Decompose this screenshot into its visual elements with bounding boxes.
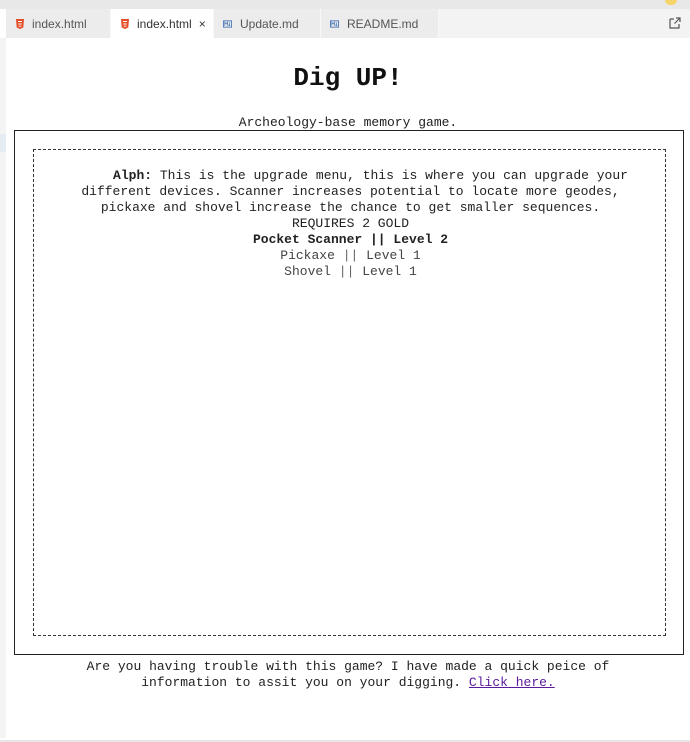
upgrade-level: Level 1 bbox=[362, 264, 417, 279]
upgrade-dialog: Alph: This is the upgrade menu, this is … bbox=[59, 168, 642, 280]
upgrade-name: Shovel bbox=[284, 264, 331, 279]
help-link[interactable]: Click here. bbox=[469, 675, 555, 690]
upgrade-level: Level 2 bbox=[393, 232, 449, 247]
page-preview: Dig UP! Archeology-base memory game. Alp… bbox=[6, 38, 690, 738]
tab-label: README.md bbox=[347, 16, 419, 31]
help-footer: Are you having trouble with this game? I… bbox=[46, 659, 650, 691]
upgrade-separator: || bbox=[370, 232, 386, 247]
tab-update-md[interactable]: Update.md bbox=[214, 9, 321, 38]
tab-label: index.html bbox=[32, 16, 87, 31]
upgrade-name: Pickaxe bbox=[280, 248, 335, 263]
upgrade-panel: Alph: This is the upgrade menu, this is … bbox=[33, 149, 666, 636]
tab-label: Update.md bbox=[240, 16, 299, 31]
dialog-message: This is the upgrade menu, this is where … bbox=[81, 168, 628, 215]
tab-index-html-2[interactable]: index.html × bbox=[111, 9, 214, 38]
upgrade-option-pickaxe[interactable]: Pickaxe || Level 1 bbox=[59, 248, 642, 264]
close-icon[interactable]: × bbox=[199, 17, 206, 31]
page-title: Dig UP! bbox=[293, 63, 403, 93]
window-top-strip bbox=[0, 0, 690, 9]
markdown-icon bbox=[223, 19, 232, 29]
upgrade-separator: || bbox=[338, 264, 355, 279]
dialog-message-line: Alph: This is the upgrade menu, this is … bbox=[59, 168, 642, 216]
upgrade-option-pocket-scanner[interactable]: Pocket Scanner || Level 2 bbox=[59, 232, 642, 248]
page-subtitle: Archeology-base memory game. bbox=[238, 115, 458, 130]
markdown-icon bbox=[330, 19, 339, 29]
game-area: Alph: This is the upgrade menu, this is … bbox=[14, 130, 684, 655]
upgrade-separator: || bbox=[342, 248, 359, 263]
html5-icon bbox=[15, 18, 24, 29]
editor-tab-bar: index.html index.html × Update.md README… bbox=[6, 9, 690, 38]
upgrade-level: Level 1 bbox=[366, 248, 421, 263]
html5-icon bbox=[120, 18, 129, 29]
upgrade-option-shovel[interactable]: Shovel || Level 1 bbox=[59, 264, 642, 280]
tab-readme-md[interactable]: README.md bbox=[321, 9, 439, 38]
upgrade-requirement: REQUIRES 2 GOLD bbox=[291, 216, 410, 231]
tab-label: index.html bbox=[137, 16, 192, 31]
upgrade-name: Pocket Scanner bbox=[252, 232, 363, 247]
open-external-icon[interactable] bbox=[668, 15, 682, 29]
speaker-name: Alph: bbox=[113, 168, 153, 183]
tab-index-html-1[interactable]: index.html bbox=[6, 9, 111, 38]
